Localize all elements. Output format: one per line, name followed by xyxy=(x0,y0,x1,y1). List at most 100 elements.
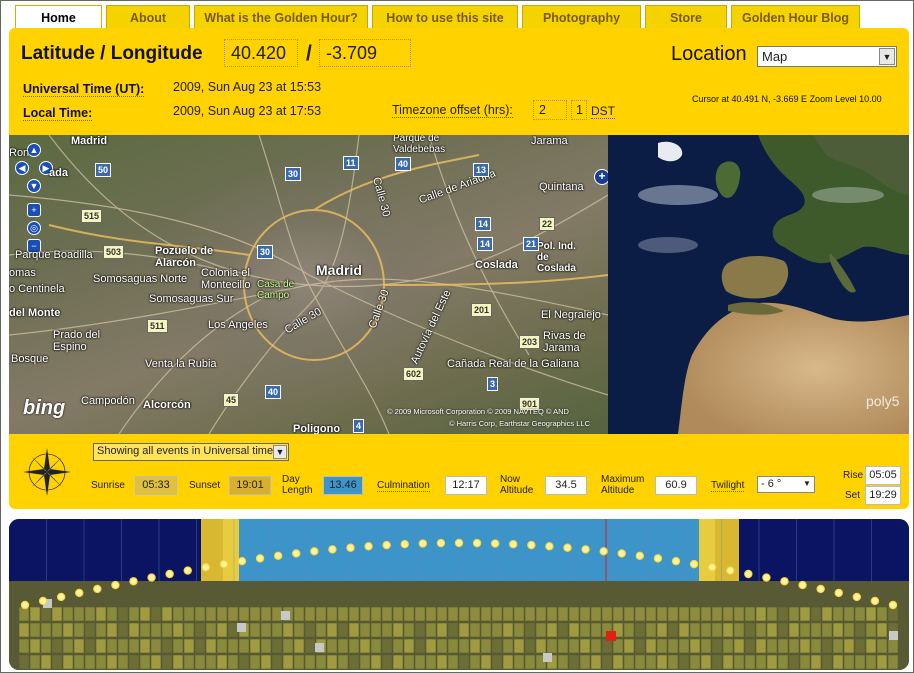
event-cell xyxy=(161,622,173,638)
event-cell xyxy=(172,638,184,654)
event-cell xyxy=(700,638,712,654)
sun-position-dot xyxy=(472,538,482,548)
road-shield: 30 xyxy=(285,167,302,181)
sun-position-dot xyxy=(418,539,428,548)
tab-home[interactable]: Home xyxy=(15,5,102,29)
timezone-offset-field[interactable]: 2 xyxy=(533,100,567,120)
map-label: Campodón xyxy=(81,395,135,407)
event-cell xyxy=(491,654,503,670)
tab-store[interactable]: Store xyxy=(645,5,727,29)
event-cell xyxy=(579,606,591,622)
event-cell xyxy=(810,606,822,622)
event-cell xyxy=(634,606,646,622)
event-cell xyxy=(810,654,822,670)
event-cell xyxy=(260,654,272,670)
map-label: El Negralejo xyxy=(541,309,601,321)
event-cell xyxy=(359,654,371,670)
event-cell xyxy=(546,622,558,638)
event-cell xyxy=(568,638,580,654)
event-cell xyxy=(579,654,591,670)
latitude-field[interactable]: 40.420 xyxy=(224,39,298,67)
event-mode-select[interactable]: Showing all events in Universal time ▼ xyxy=(93,443,289,461)
event-cell xyxy=(865,654,877,670)
road-shield: 40 xyxy=(265,385,282,399)
tab-what-is-golden-hour[interactable]: What is the Golden Hour? xyxy=(194,5,368,29)
satellite-map[interactable]: ▲ ◀ ▶ ▼ + ◎ − Madrid Ron ada omas Madrid… xyxy=(9,135,608,434)
event-cell xyxy=(810,622,822,638)
sun-position-dot xyxy=(617,549,626,558)
event-cell xyxy=(843,638,855,654)
event-cell xyxy=(128,638,140,654)
main-tabs: Home About What is the Golden Hour? How … xyxy=(15,5,864,29)
event-cell xyxy=(18,606,30,622)
event-cell xyxy=(821,622,833,638)
event-cell xyxy=(414,654,426,670)
tab-about[interactable]: About xyxy=(106,5,190,29)
event-cell xyxy=(62,654,74,670)
twilight-select[interactable]: - 6 ° ▼ xyxy=(757,476,815,493)
event-cell xyxy=(117,622,129,638)
map-label: Rivas de Jarama xyxy=(543,330,586,354)
location-select[interactable]: Map ▼ xyxy=(757,46,897,67)
event-cell xyxy=(601,638,613,654)
globe-view[interactable]: poly5 xyxy=(608,135,909,434)
tab-photography[interactable]: Photography xyxy=(522,5,641,29)
road-shield: 50 xyxy=(95,163,112,177)
event-cell xyxy=(733,622,745,638)
globe-view-icon[interactable]: ◎ xyxy=(27,221,41,235)
event-cell xyxy=(348,638,360,654)
local-time-value: 2009, Sun Aug 23 at 17:53 xyxy=(173,104,322,118)
sun-position-dot xyxy=(581,545,590,554)
event-cell xyxy=(95,638,107,654)
globe-logo: poly5 xyxy=(866,393,900,409)
sun-path-chart[interactable] xyxy=(9,519,909,670)
tab-how-to-use[interactable]: How to use this site xyxy=(372,5,518,29)
pan-down-icon[interactable]: ▼ xyxy=(27,179,41,193)
now-altitude-value: 34.5 xyxy=(545,476,587,495)
event-cell xyxy=(513,654,525,670)
event-cell xyxy=(843,654,855,670)
chevron-down-icon[interactable]: ▼ xyxy=(879,48,895,65)
event-cell xyxy=(249,606,261,622)
event-cell xyxy=(381,638,393,654)
event-cell xyxy=(150,638,162,654)
event-cell xyxy=(337,638,349,654)
event-cell xyxy=(315,622,327,638)
highlight-cell xyxy=(889,631,898,640)
twilight-value: - 6 ° xyxy=(761,478,782,490)
event-cell xyxy=(568,654,580,670)
zoom-in-icon[interactable]: + xyxy=(27,203,41,217)
event-cell xyxy=(854,606,866,622)
event-cell xyxy=(260,638,272,654)
event-cell xyxy=(744,622,756,638)
event-cell xyxy=(535,606,547,622)
tab-golden-hour-blog[interactable]: Golden Hour Blog xyxy=(731,5,860,29)
golden-hour-evening-core xyxy=(699,519,715,581)
ut-value: 2009, Sun Aug 23 at 15:53 xyxy=(173,80,322,94)
globe-terrain xyxy=(608,135,909,434)
event-cell xyxy=(689,638,701,654)
sunrise-label: Sunrise xyxy=(91,480,125,491)
dst-field[interactable]: 1 xyxy=(571,100,587,120)
event-cell xyxy=(370,622,382,638)
event-cell xyxy=(95,654,107,670)
local-time-label: Local Time: xyxy=(23,106,93,121)
event-cell xyxy=(337,622,349,638)
event-cell xyxy=(601,654,613,670)
event-cell xyxy=(711,622,723,638)
chevron-down-icon[interactable]: ▼ xyxy=(273,445,287,459)
map-label: Somosaguas Norte xyxy=(93,273,188,285)
event-cell xyxy=(634,638,646,654)
event-cell xyxy=(40,622,52,638)
sun-position-dot xyxy=(183,566,192,575)
event-cell xyxy=(447,654,459,670)
event-cell xyxy=(722,654,734,670)
event-cell xyxy=(282,638,294,654)
longitude-field[interactable]: -3.709 xyxy=(319,39,411,67)
sun-position-dot xyxy=(310,547,319,556)
pan-left-icon[interactable]: ◀ xyxy=(15,161,29,175)
sun-position-dot xyxy=(382,540,391,550)
chevron-down-icon[interactable]: ▼ xyxy=(801,478,813,491)
event-cell xyxy=(271,638,283,654)
event-cell xyxy=(821,654,833,670)
